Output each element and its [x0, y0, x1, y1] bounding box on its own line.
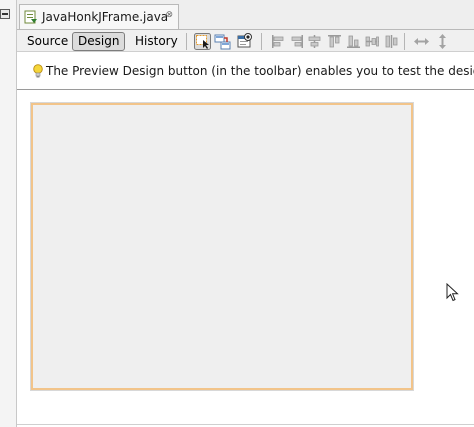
design-view-button[interactable]: Design [72, 32, 126, 51]
align-bottom-icon[interactable] [345, 33, 362, 50]
align-tool-extra-icon[interactable] [383, 33, 400, 50]
bottom-edge [17, 424, 474, 425]
mouse-cursor-icon [446, 283, 459, 302]
editor-toolbar: Source Design History [17, 29, 474, 52]
hint-text: The Preview Design button (in the toolba… [46, 64, 474, 78]
change-vertical-resizability-icon[interactable] [434, 33, 451, 50]
center-vertically-icon[interactable] [364, 33, 381, 50]
preview-design-icon[interactable] [237, 33, 254, 50]
file-tab-label: JavaHonkJFrame.java [42, 10, 169, 24]
java-file-icon [24, 10, 37, 24]
align-right-icon[interactable] [288, 33, 305, 50]
history-view-button[interactable]: History [129, 32, 184, 51]
editor-tab-row: JavaHonkJFrame.java ⊗ [17, 0, 474, 29]
center-horizontally-icon[interactable] [306, 33, 323, 50]
minimize-window-icon[interactable] [0, 9, 10, 19]
hint-divider [17, 89, 474, 90]
toolbar-separator [261, 33, 262, 50]
design-hint-bar: The Preview Design button (in the toolba… [17, 58, 474, 84]
align-left-icon[interactable] [270, 33, 287, 50]
toolbar-separator [404, 33, 405, 50]
source-view-button[interactable]: Source [21, 32, 74, 51]
file-tab-javahonkjframe[interactable]: JavaHonkJFrame.java ⊗ [19, 4, 179, 29]
align-top-icon[interactable] [326, 33, 343, 50]
jframe-design-canvas[interactable] [31, 103, 413, 390]
selection-mode-icon[interactable] [194, 33, 211, 50]
close-tab-icon[interactable]: ⊗ [165, 11, 173, 20]
change-horizontal-resizability-icon[interactable] [413, 33, 430, 50]
left-gutter [0, 0, 17, 427]
toolbar-separator [186, 33, 187, 50]
connection-mode-icon[interactable] [214, 33, 231, 50]
lightbulb-icon [33, 64, 43, 78]
